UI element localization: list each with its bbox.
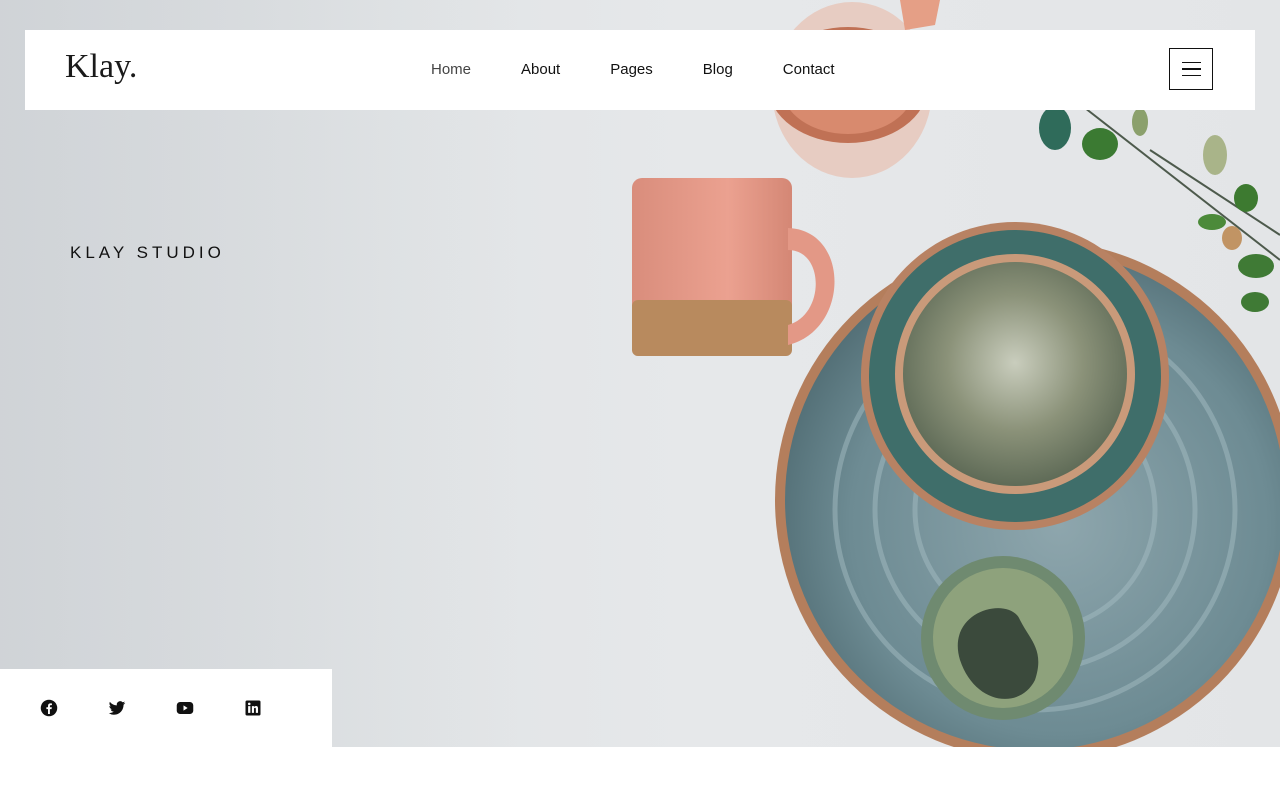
hamburger-menu-icon: [1181, 61, 1201, 64]
youtube-icon[interactable]: [175, 699, 195, 717]
main-nav: Home About Pages Blog Contact: [431, 60, 885, 80]
nav-about[interactable]: About: [521, 60, 560, 80]
hamburger-menu-button[interactable]: [1169, 48, 1213, 90]
nav-home[interactable]: Home: [431, 60, 471, 80]
hero-section: [0, 0, 1280, 747]
nav-contact[interactable]: Contact: [783, 60, 835, 80]
ceramics-photo: [632, 0, 1280, 747]
social-bar: [0, 669, 332, 747]
nav-blog[interactable]: Blog: [703, 60, 733, 80]
nav-pages[interactable]: Pages: [610, 60, 653, 80]
facebook-icon[interactable]: [40, 699, 58, 717]
hero-eyebrow: KLAY STUDIO: [70, 243, 225, 262]
linkedin-icon[interactable]: [244, 699, 262, 717]
twitter-icon[interactable]: [108, 699, 126, 717]
site-header: Klay. Home About Pages Blog Contact: [25, 30, 1255, 110]
site-logo[interactable]: Klay.: [65, 48, 137, 86]
